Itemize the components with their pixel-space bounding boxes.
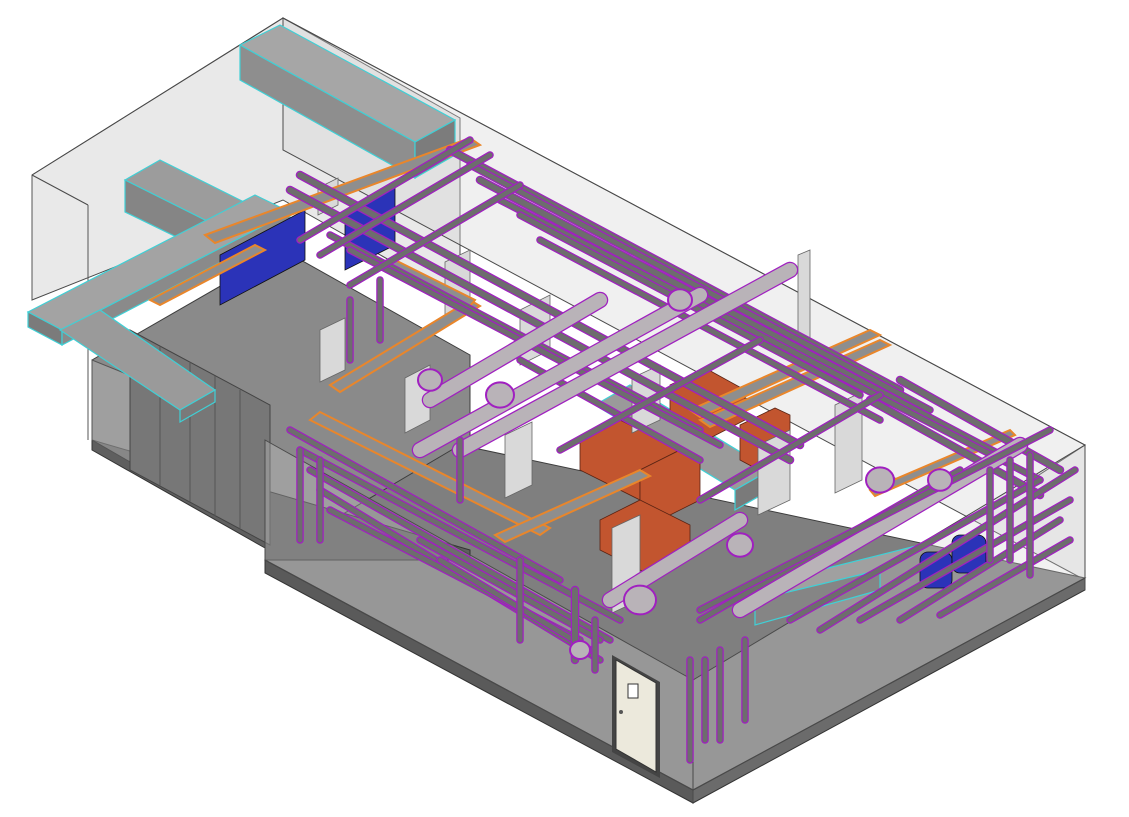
pipe-elbow-4	[485, 381, 515, 409]
column-11	[797, 249, 811, 346]
pipe-elbow-1	[726, 532, 754, 558]
isometric-viewport	[26, 17, 1087, 804]
pipe-elbow-2	[865, 466, 895, 494]
pipe-elbow-6	[667, 288, 693, 312]
pipe-elbow-5	[417, 368, 443, 392]
column-6	[504, 421, 533, 499]
pipe-elbow-0	[623, 584, 657, 616]
pipe-elbow-3	[927, 468, 953, 492]
mep-model-render	[0, 0, 1129, 817]
door-icon	[627, 683, 639, 699]
pipe-elbow-7	[569, 640, 591, 660]
door-handle	[619, 710, 623, 714]
